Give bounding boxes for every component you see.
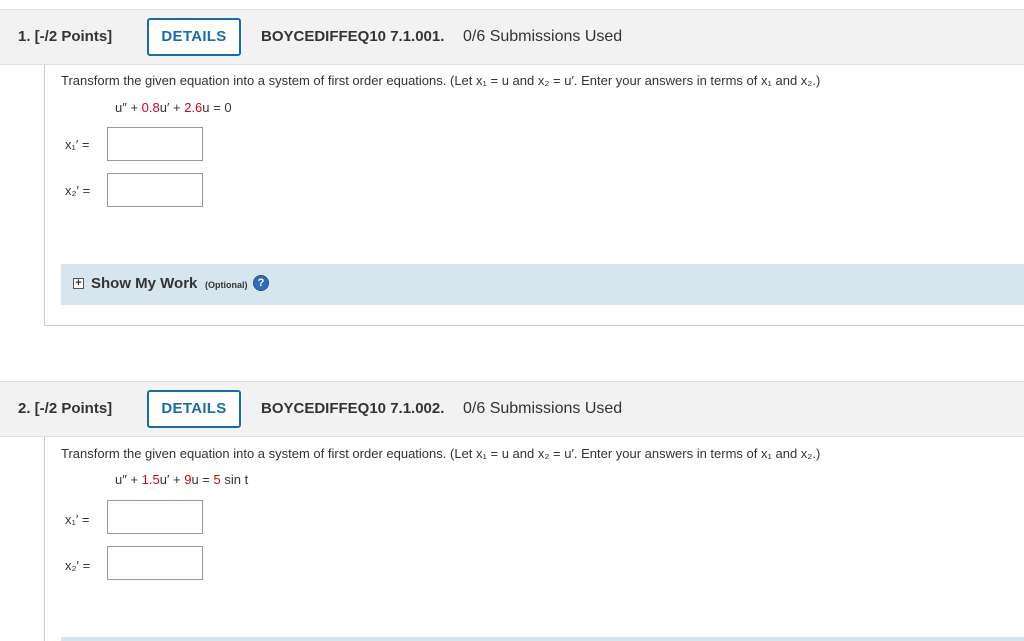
question-1-equation: u″ + 0.8u′ + 2.6u = 0 (115, 100, 232, 115)
x2-prime-answer-input[interactable] (107, 546, 203, 580)
show-my-work-bar[interactable]: + Show My Work (Optional) ? (61, 264, 1024, 305)
x1-prime-label: x₁′ = (65, 512, 90, 527)
x2-prime-label: x₂′ = (65, 558, 91, 573)
coefficient: 2.6 (184, 100, 203, 115)
x1-prime-answer-input[interactable] (107, 127, 203, 161)
expand-icon[interactable]: + (73, 278, 84, 289)
question-1-submissions: 0/6 Submissions Used (463, 28, 623, 45)
question-2-body: Transform the given equation into a syst… (44, 437, 1024, 641)
x2-prime-label: x₂′ = (65, 183, 91, 198)
help-icon[interactable]: ? (253, 275, 269, 291)
show-my-work-label[interactable]: Show My Work (91, 275, 197, 292)
question-1-body: Transform the given equation into a syst… (44, 65, 1024, 326)
x1-prime-label: x₁′ = (65, 137, 90, 152)
x2-prime-answer-input[interactable] (107, 173, 203, 207)
question-2-equation: u″ + 1.5u′ + 9u = 5 sin t (115, 472, 249, 487)
question-1-details-button[interactable]: DETAILS (147, 18, 241, 56)
question-1-code: BOYCEDIFFEQ10 7.1.001. (261, 28, 445, 45)
coefficient: 5 (213, 472, 221, 487)
question-1-prompt: Transform the given equation into a syst… (61, 73, 821, 88)
optional-label: (Optional) (205, 280, 248, 290)
question-1-points: 1. [-/2 Points] (18, 28, 113, 45)
show-my-work-bar[interactable] (61, 637, 1024, 641)
question-2-submissions: 0/6 Submissions Used (463, 400, 623, 417)
question-2-details-button[interactable]: DETAILS (147, 390, 241, 428)
question-2-points: 2. [-/2 Points] (18, 400, 113, 417)
x1-prime-answer-input[interactable] (107, 500, 203, 534)
question-2-header: 2. [-/2 Points] DETAILS BOYCEDIFFEQ10 7.… (0, 381, 1024, 437)
coefficient: 0.8 (141, 100, 160, 115)
coefficient: 1.5 (141, 472, 160, 487)
question-2-prompt: Transform the given equation into a syst… (61, 446, 821, 461)
question-2-code: BOYCEDIFFEQ10 7.1.002. (261, 400, 445, 417)
question-1-header: 1. [-/2 Points] DETAILS BOYCEDIFFEQ10 7.… (0, 9, 1024, 65)
